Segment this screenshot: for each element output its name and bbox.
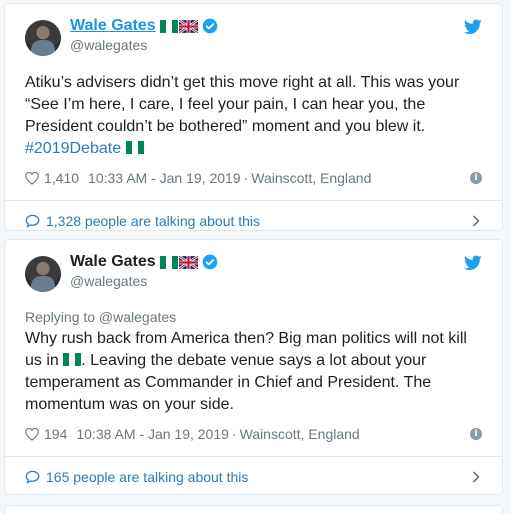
talking-about-link[interactable]: 1,328 people are talking about this (5, 200, 502, 230)
tweet-header: Wale Gates @walegates (25, 252, 482, 296)
heart-icon[interactable] (25, 171, 39, 185)
like-count[interactable]: 1,410 (44, 170, 79, 186)
tweet-location[interactable]: Wainscott, England (240, 426, 360, 442)
hashtag-link[interactable]: #2019Debate (25, 140, 121, 157)
nigeria-flag-icon (125, 141, 144, 154)
avatar[interactable] (25, 256, 61, 292)
uk-flag-icon (178, 19, 198, 33)
chevron-right-icon (472, 215, 480, 227)
tweet-header: Wale Gates @walegates (25, 16, 482, 60)
tweet-text-body-continued: . Leaving the debate venue says a lot ab… (25, 352, 432, 413)
talking-about-text: 165 people are talking about this (46, 468, 249, 485)
display-name-link[interactable]: Wale Gates (70, 17, 156, 35)
separator: · (243, 170, 249, 186)
nigeria-flag-icon (159, 19, 178, 33)
avatar[interactable] (25, 20, 61, 56)
tweet-timestamp[interactable]: 10:33 AM - Jan 19, 2019 (88, 170, 241, 186)
tweet-text-body: Atiku’s advisers didn’t get this move ri… (25, 74, 460, 135)
talking-about-text: 1,328 people are talking about this (46, 212, 261, 229)
nigeria-flag-icon (159, 255, 178, 269)
tweet-meta: 1,410 10:33 AM - Jan 19, 2019 · Wainscot… (25, 168, 482, 188)
tweet-text: Atiku’s advisers didn’t get this move ri… (25, 72, 482, 160)
info-icon[interactable]: i (470, 172, 482, 184)
tweet-text: Why rush back from America then? Big man… (25, 328, 482, 416)
like-count[interactable]: 194 (44, 426, 67, 442)
info-icon[interactable]: i (470, 428, 482, 440)
separator: · (231, 426, 237, 442)
tweet-timestamp[interactable]: 10:38 AM - Jan 19, 2019 (76, 426, 229, 442)
tweet-meta: 194 10:38 AM - Jan 19, 2019 · Wainscott,… (25, 424, 482, 444)
tweet-location[interactable]: Wainscott, England (251, 170, 371, 186)
display-name-link[interactable]: Wale Gates (70, 253, 156, 271)
speech-bubble-icon (25, 470, 40, 484)
twitter-bird-icon[interactable] (464, 255, 482, 271)
user-handle[interactable]: @walegates (70, 37, 218, 53)
tweet-card-1: Wale Gates @walegates Atiku’s advisers d… (4, 3, 503, 231)
tweet-card-3-partial (4, 505, 503, 514)
verified-badge-icon (202, 18, 218, 34)
speech-bubble-icon (25, 214, 40, 228)
chevron-right-icon (472, 471, 480, 483)
twitter-bird-icon[interactable] (464, 19, 482, 35)
talking-about-link[interactable]: 165 people are talking about this (5, 456, 502, 494)
user-handle[interactable]: @walegates (70, 273, 218, 289)
verified-badge-icon (202, 254, 218, 270)
nigeria-flag-icon (63, 353, 82, 366)
uk-flag-icon (178, 255, 198, 269)
tweet-card-2: Wale Gates @walegates Replying to @waleg… (4, 239, 503, 495)
replying-to-link[interactable]: Replying to @walegates (25, 308, 482, 326)
heart-icon[interactable] (25, 427, 39, 441)
